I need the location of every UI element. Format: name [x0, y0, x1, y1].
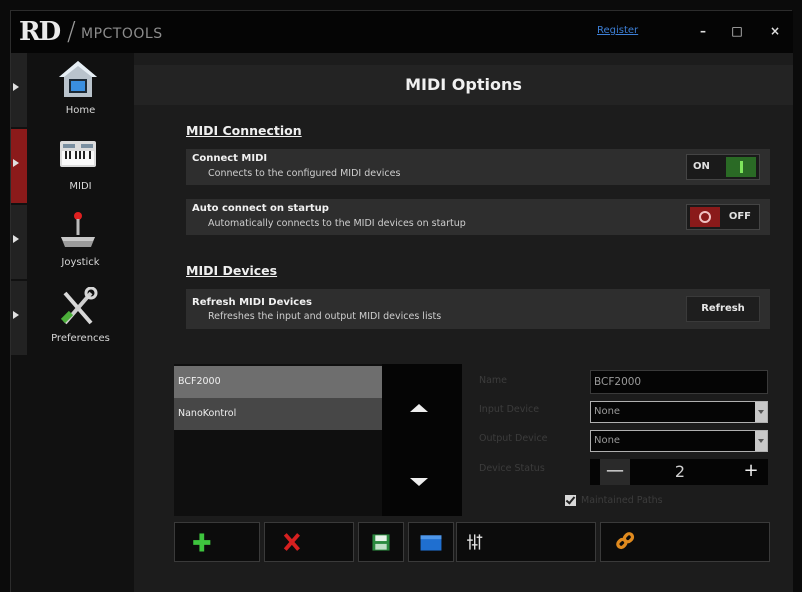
- maintained-paths-label: Maintained Paths: [581, 495, 663, 506]
- expand-arrow-icon: [13, 235, 19, 243]
- scroll-down-icon[interactable]: [410, 478, 428, 486]
- input-device-select[interactable]: None: [590, 401, 768, 423]
- logo-slash: /: [67, 17, 76, 47]
- sliders-icon: [467, 534, 483, 550]
- close-button[interactable]: ×: [763, 19, 787, 43]
- x-icon: [283, 533, 300, 551]
- output-device-select[interactable]: None: [590, 430, 768, 452]
- open-folder-button[interactable]: [408, 522, 454, 562]
- option-description: Connects to the configured MIDI devices: [208, 168, 401, 179]
- link-button[interactable]: [600, 522, 770, 562]
- sidebar-item-midi[interactable]: MIDI: [11, 129, 134, 203]
- logo-mark: RD: [19, 17, 61, 47]
- link-icon: [616, 532, 635, 550]
- device-list[interactable]: BCF2000 NanoKontrol: [174, 364, 382, 516]
- option-description: Automatically connects to the MIDI devic…: [208, 218, 466, 229]
- expand-arrow-icon: [13, 311, 19, 319]
- toggle-state-label: OFF: [728, 211, 751, 222]
- mixer-settings-button[interactable]: [456, 522, 596, 562]
- register-link[interactable]: Register: [597, 25, 638, 36]
- app-window: RD / MPCTOOLS Register – □ × Home MIDI J…: [10, 10, 793, 592]
- option-title: Auto connect on startup: [192, 203, 329, 214]
- output-device-value: None: [594, 435, 621, 446]
- auto-connect-toggle[interactable]: OFF: [686, 204, 760, 230]
- option-description: Refreshes the input and output MIDI devi…: [208, 311, 442, 322]
- sidebar-item-joystick[interactable]: Joystick: [11, 205, 134, 279]
- sidebar: Home MIDI Joystick Preferences: [11, 53, 134, 592]
- list-item[interactable]: NanoKontrol: [174, 398, 382, 430]
- name-label: Name: [479, 375, 508, 386]
- sidebar-item-preferences[interactable]: Preferences: [11, 281, 134, 355]
- toggle-off-knob: [690, 207, 720, 227]
- maintained-paths-checkbox[interactable]: [565, 495, 576, 506]
- maximize-button[interactable]: □: [725, 19, 749, 43]
- chevron-down-icon: [755, 402, 767, 422]
- list-item[interactable]: BCF2000: [174, 366, 382, 398]
- add-device-button[interactable]: [174, 522, 260, 562]
- app-logo: RD / MPCTOOLS: [19, 17, 162, 47]
- input-device-label: Input Device: [479, 404, 540, 415]
- device-status-label: Device Status: [479, 463, 545, 474]
- device-status-stepper: — 2 +: [590, 459, 768, 485]
- increment-button[interactable]: +: [736, 459, 766, 485]
- logo-text: MPCTOOLS: [81, 26, 163, 42]
- input-device-value: None: [594, 406, 621, 417]
- sidebar-item-label: Preferences: [51, 333, 110, 344]
- section-heading-midi-connection: MIDI Connection: [186, 123, 302, 138]
- decrement-button[interactable]: —: [600, 459, 630, 485]
- delete-device-button[interactable]: [264, 522, 354, 562]
- page-header: MIDI Options: [134, 65, 793, 105]
- sidebar-item-label: Joystick: [61, 257, 100, 268]
- save-icon: [372, 534, 390, 551]
- chevron-down-icon: [755, 431, 767, 451]
- stepper-value[interactable]: 2: [630, 459, 730, 485]
- device-list-scroller: [382, 364, 462, 516]
- refresh-devices-row: Refresh MIDI Devices Refreshes the input…: [186, 289, 770, 329]
- section-heading-midi-devices: MIDI Devices: [186, 263, 278, 278]
- auto-connect-row: Auto connect on startup Automatically co…: [186, 199, 770, 235]
- expand-arrow-icon: [13, 83, 19, 91]
- connect-midi-toggle[interactable]: ON: [686, 154, 760, 180]
- tools-icon: [60, 287, 98, 325]
- toggle-state-label: ON: [693, 161, 710, 172]
- sidebar-item-home[interactable]: Home: [11, 53, 134, 127]
- page-title: MIDI Options: [405, 75, 522, 94]
- minimize-button[interactable]: –: [691, 19, 715, 43]
- midi-keyboard-icon: [60, 141, 96, 167]
- toggle-on-knob: [726, 157, 756, 177]
- folder-icon: [420, 535, 442, 551]
- connect-midi-row: Connect MIDI Connects to the configured …: [186, 149, 770, 185]
- sidebar-item-label: Home: [65, 105, 96, 116]
- save-button[interactable]: [358, 522, 404, 562]
- option-title: Connect MIDI: [192, 153, 268, 164]
- plus-icon: [193, 533, 211, 552]
- sidebar-item-label: MIDI: [69, 181, 92, 192]
- home-icon: [59, 61, 97, 97]
- expand-arrow-icon: [13, 159, 19, 167]
- option-title: Refresh MIDI Devices: [192, 297, 312, 308]
- title-bar[interactable]: RD / MPCTOOLS Register – □ ×: [11, 11, 793, 53]
- joystick-icon: [61, 212, 95, 247]
- device-name-field[interactable]: BCF2000: [590, 370, 768, 394]
- refresh-button[interactable]: Refresh: [686, 296, 760, 322]
- output-device-label: Output Device: [479, 433, 548, 444]
- main-panel: MIDI Options MIDI Connection Connect MID…: [134, 53, 793, 592]
- scroll-up-icon[interactable]: [410, 404, 428, 412]
